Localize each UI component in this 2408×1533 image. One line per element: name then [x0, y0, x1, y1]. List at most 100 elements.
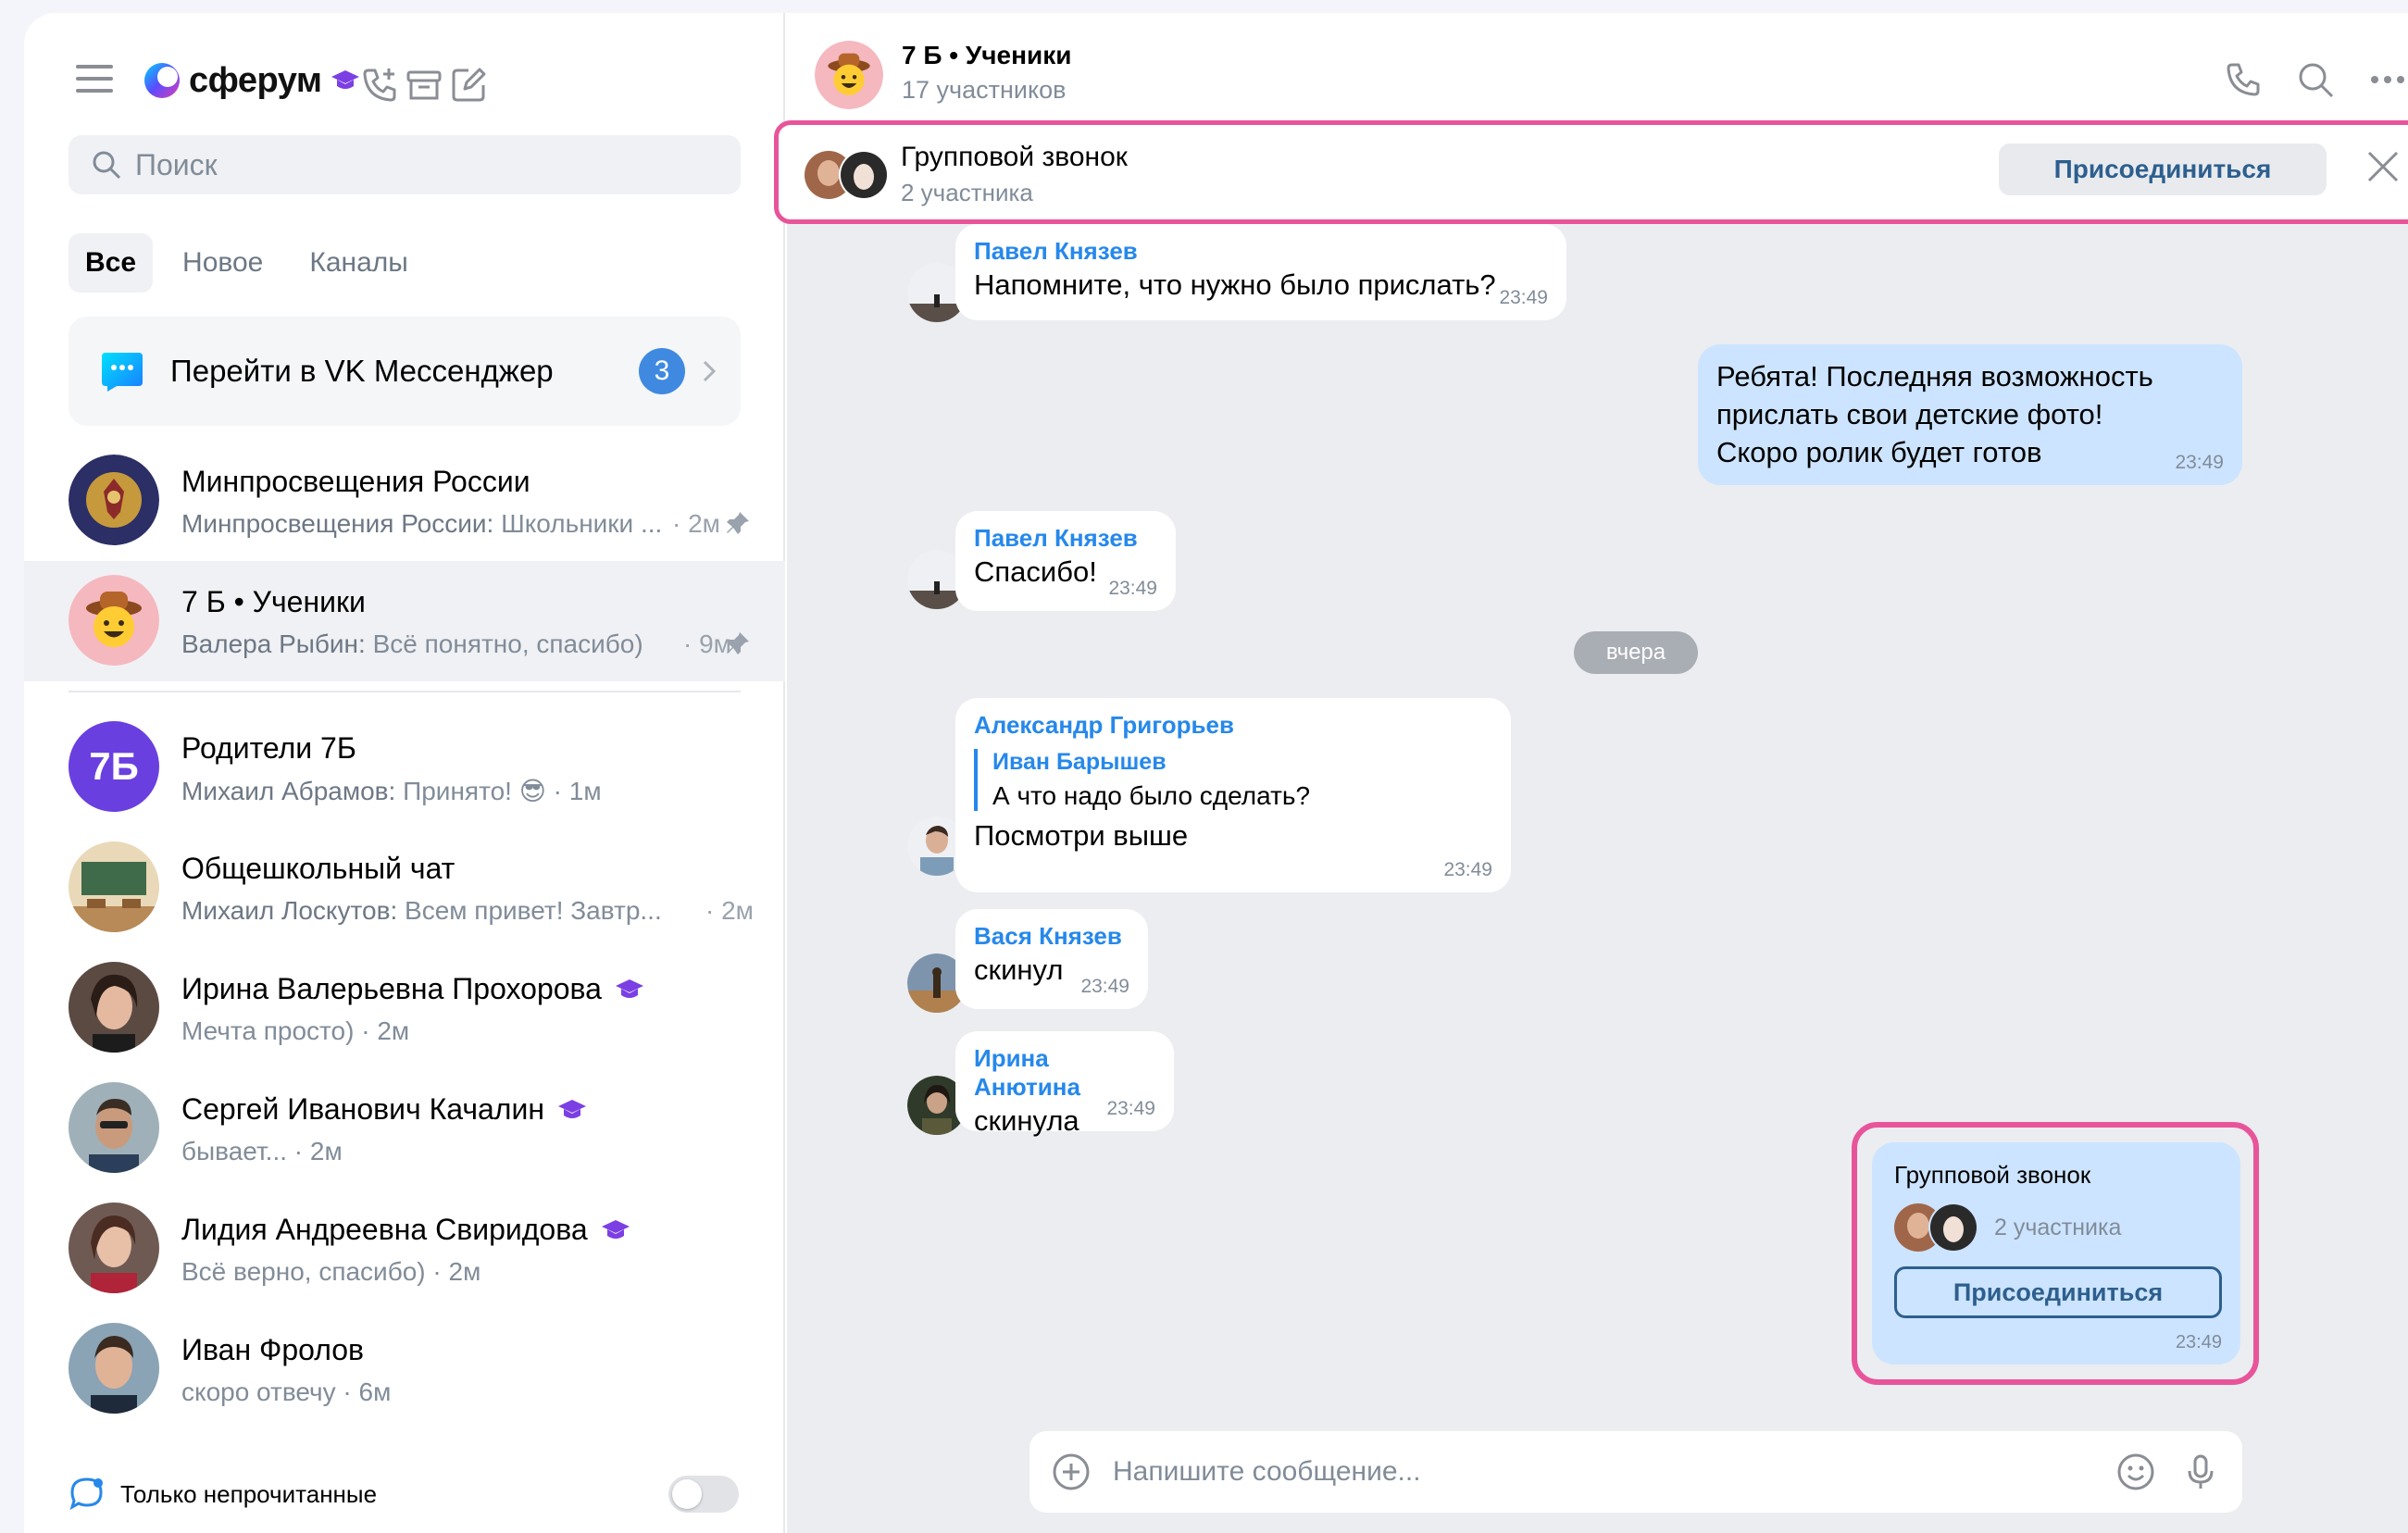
filter-all[interactable]: Все [69, 233, 154, 293]
vk-messenger-banner[interactable]: Перейти в VK Мессенджер 3 [69, 317, 741, 426]
more-icon[interactable] [2367, 59, 2408, 100]
chat-item-7b-students[interactable]: 7 Б • Ученики Валера Рыбин: Всё понятно,… [24, 561, 785, 681]
message-time: 23:49 [2175, 1332, 2222, 1352]
avatar [69, 575, 159, 666]
chat-preview: Валера Рыбин: Всё понятно, спасибо) [181, 629, 643, 658]
chat-item-parents-7b[interactable]: 7Б Родители 7Б Михаил Абрамов: Принято! … [24, 707, 785, 828]
filter-new[interactable]: Новое [166, 233, 280, 293]
message-author[interactable]: Ирина Анютина [974, 1044, 1155, 1102]
group-call-card[interactable]: Групповой звонок 2 участника Присоединит… [1872, 1142, 2240, 1365]
join-call-button[interactable]: Присоединиться [1999, 143, 2327, 195]
chat-name: Лидия Андреевна Свиридова [181, 1213, 630, 1247]
message-time: 23:49 [2175, 452, 2224, 473]
sferum-logo-icon [144, 63, 180, 98]
chevron-right-icon [703, 360, 717, 382]
chat-header: 7 Б • Ученики 17 участников [787, 13, 2408, 131]
chat-item-irina[interactable]: Ирина Валерьевна Прохорова Мечта просто)… [24, 948, 785, 1068]
avatar [69, 962, 159, 1053]
menu-icon[interactable] [76, 65, 113, 93]
message-composer [1029, 1431, 2242, 1513]
chat-bubble-icon [69, 1477, 103, 1511]
message-text: прислать свои детские фото! [1716, 398, 2103, 430]
close-icon[interactable] [2364, 147, 2402, 186]
pin-icon [727, 512, 749, 534]
search-icon[interactable] [2295, 59, 2336, 100]
chat-preview: Михаил Лоскутов: Всем привет! Завтр... [181, 896, 662, 925]
message-bubble[interactable]: Павел Князев Спасибо! 23:49 [955, 511, 1176, 611]
message-time: 23:49 [1499, 287, 1548, 308]
message-author[interactable]: Павел Князев [974, 524, 1157, 553]
attach-plus-icon[interactable] [1052, 1452, 1091, 1491]
message-bubble[interactable]: Вася Князев скинул 23:49 [955, 909, 1148, 1009]
message-input[interactable] [1113, 1456, 2116, 1488]
call-banner-title: Групповой звонок [901, 142, 1128, 172]
date-separator: вчера [1574, 631, 1698, 674]
message-author[interactable]: Вася Князев [974, 922, 1129, 951]
message-list: Павел Князев Напомните, что нужно было п… [787, 224, 2408, 1418]
chat-list: Минпросвещения России Минпросвещения Рос… [24, 441, 785, 1429]
call-participants-avatars [805, 150, 889, 200]
chat-name: Минпросвещения России [181, 465, 530, 498]
chat-preview: скоро отвечу · 6м [181, 1377, 392, 1406]
app-window: сферум Все Новое Каналы Перейти в VK Мес… [24, 13, 2408, 1533]
message-bubble[interactable]: Павел Князев Напомните, что нужно было п… [955, 224, 1566, 320]
group-call-banner: Групповой звонок 2 участника Присоединит… [774, 120, 2408, 224]
message-text: Напомните, что нужно было прислать? [974, 268, 1496, 301]
message-text: Скоро ролик будет готов [1716, 436, 2042, 468]
chat-name: Родители 7Б [181, 731, 356, 765]
join-call-button[interactable]: Присоединиться [1894, 1266, 2222, 1318]
unread-only-toggle-row: Только непрочитанные [69, 1468, 754, 1520]
unread-badge: 3 [639, 348, 685, 394]
search-input[interactable] [135, 147, 691, 182]
message-text: Ребята! Последняя возможность [1716, 360, 2153, 393]
message-author[interactable]: Александр Григорьев [974, 711, 1492, 740]
call-card-title: Групповой звонок [1894, 1161, 2091, 1189]
search-field[interactable] [69, 135, 741, 194]
chat-title[interactable]: 7 Б • Ученики [902, 41, 1071, 70]
unread-only-switch[interactable] [668, 1476, 739, 1513]
verified-cap-icon [558, 1099, 586, 1118]
vk-messenger-icon [102, 353, 143, 392]
emoji-icon[interactable] [2116, 1452, 2155, 1491]
chat-preview: Михаил Абрамов: Принято! 😎 · 1м [181, 777, 602, 805]
chat-item-lidia[interactable]: Лидия Андреевна Свиридова Всё верно, спа… [24, 1189, 785, 1309]
phone-icon[interactable] [2223, 59, 2264, 100]
avatar [69, 1323, 159, 1414]
avatar: 7Б [69, 721, 159, 812]
chat-filters: Все Новое Каналы [69, 233, 438, 293]
reply-quote[interactable]: Иван Барышев А что надо было сделать? [974, 749, 1492, 811]
reply-text: А что надо было сделать? [992, 781, 1311, 810]
vk-banner-label: Перейти в VK Мессенджер [170, 354, 554, 388]
chat-item-minprosvet[interactable]: Минпросвещения России Минпросвещения Рос… [24, 441, 785, 561]
sidebar-header: сферум [24, 13, 785, 143]
sidebar: сферум Все Новое Каналы Перейти в VK Мес… [24, 13, 785, 1533]
chat-item-sergey[interactable]: Сергей Иванович Качалин бывает... · 2м [24, 1068, 785, 1189]
search-icon [93, 151, 121, 180]
chat-preview: Всё верно, спасибо) · 2м [181, 1257, 481, 1286]
message-time: 23:49 [1106, 1098, 1155, 1119]
new-call-icon[interactable] [359, 65, 400, 106]
chat-name: Сергей Иванович Качалин [181, 1092, 587, 1127]
chat-avatar[interactable] [815, 41, 883, 109]
message-bubble-outgoing[interactable]: Ребята! Последняя возможность прислать с… [1698, 344, 2242, 485]
chat-preview: бывает... · 2м [181, 1137, 343, 1165]
message-bubble[interactable]: Ирина Анютина скинула 23:49 [955, 1031, 1174, 1137]
filter-channels[interactable]: Каналы [293, 233, 424, 293]
message-bubble[interactable]: Александр Григорьев Иван Барышев А что н… [955, 698, 1511, 892]
avatar [69, 1082, 159, 1173]
chat-name: Общешкольный чат [181, 852, 455, 885]
avatar [69, 455, 159, 545]
compose-icon[interactable] [448, 65, 489, 106]
microphone-icon[interactable] [2181, 1452, 2220, 1491]
chat-item-school-chat[interactable]: Общешкольный чат Михаил Лоскутов: Всем п… [24, 828, 785, 948]
graduation-cap-icon [331, 70, 360, 89]
chat-time: · 2м [705, 896, 754, 925]
verified-cap-icon [615, 978, 643, 998]
chat-item-ivan[interactable]: Иван Фролов скоро отвечу · 6м [24, 1309, 785, 1429]
archive-icon[interactable] [404, 65, 444, 106]
message-author[interactable]: Павел Князев [974, 237, 1548, 266]
chat-time: · 2м [672, 509, 720, 538]
avatar [69, 1203, 159, 1293]
call-participants-avatars [1894, 1203, 1978, 1253]
verified-cap-icon [601, 1219, 630, 1239]
